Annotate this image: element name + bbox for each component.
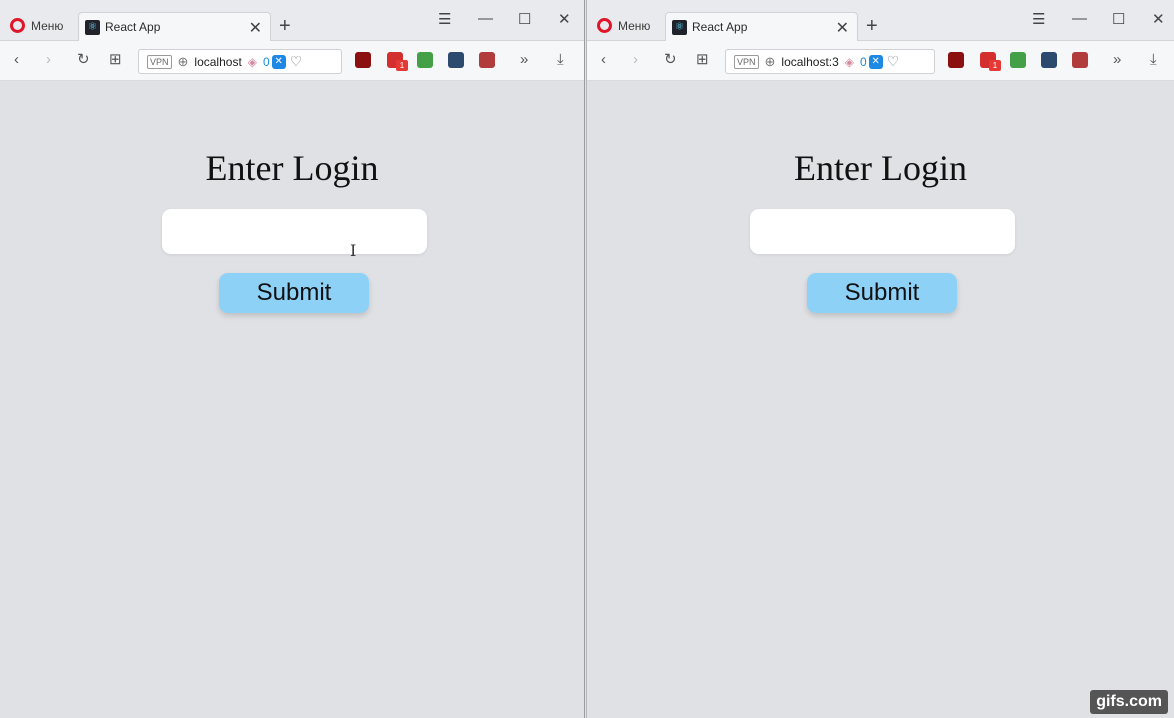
- reload-icon[interactable]: ↻: [77, 52, 90, 67]
- speed-dial-icon[interactable]: ⊞: [109, 52, 122, 67]
- gifs-watermark: gifs.com: [1090, 690, 1168, 714]
- address-bar[interactable]: VPN ⊕ localhost ◈ 0 ✕ ♡: [138, 49, 342, 74]
- back-icon[interactable]: ‹: [14, 52, 19, 67]
- right-browser-window: Меню ⚛ React App ✕ + ☰ — ☐ ✕ ‹ › ↻ ⊞ VPN…: [586, 0, 1174, 718]
- forward-icon[interactable]: ›: [633, 52, 638, 67]
- opera-logo-icon: [10, 18, 25, 33]
- tab-menu-icon[interactable]: ☰: [1032, 10, 1045, 28]
- opera-logo-icon: [597, 18, 612, 33]
- minimize-icon[interactable]: —: [1072, 10, 1087, 27]
- back-icon[interactable]: ‹: [601, 52, 606, 67]
- tracker-count: 0: [860, 54, 867, 69]
- red-extension-icon[interactable]: [479, 52, 495, 68]
- screen: Меню ⚛ React App ✕ + ☰ — ☐ ✕ ‹ › ↻ ⊞ VPN…: [0, 0, 1174, 718]
- tab-menu-icon[interactable]: ☰: [438, 10, 451, 28]
- tab-close-icon[interactable]: ✕: [836, 18, 849, 38]
- vpn-badge[interactable]: VPN: [147, 54, 172, 69]
- more-extensions-icon[interactable]: »: [520, 52, 528, 67]
- address-bar[interactable]: VPN ⊕ localhost:3 ◈ 0 ✕ ♡: [725, 49, 935, 74]
- tab-title: React App: [692, 20, 748, 34]
- green-extension-icon[interactable]: [1010, 52, 1026, 68]
- new-tab-icon[interactable]: +: [866, 15, 878, 38]
- submit-button[interactable]: Submit: [807, 273, 957, 313]
- ublock-extension-icon[interactable]: [948, 52, 964, 68]
- minimize-icon[interactable]: —: [478, 10, 493, 27]
- ublock-extension-icon[interactable]: [355, 52, 371, 68]
- download-extension-icon[interactable]: [1041, 52, 1057, 68]
- globe-icon: ⊕: [764, 53, 776, 69]
- menu-label: Меню: [31, 18, 64, 33]
- close-window-icon[interactable]: ✕: [1152, 10, 1165, 28]
- login-input[interactable]: [750, 209, 1015, 254]
- bookmark-heart-icon[interactable]: ♡: [290, 53, 303, 70]
- tab-close-icon[interactable]: ✕: [249, 18, 262, 38]
- bookmark-heart-icon[interactable]: ♡: [887, 53, 900, 70]
- cube-icon: ◈: [247, 54, 258, 69]
- tab-react-app[interactable]: ⚛ React App ✕: [78, 12, 271, 41]
- download-icon[interactable]: ⤓: [557, 52, 564, 67]
- green-extension-icon[interactable]: [417, 52, 433, 68]
- download-extension-icon[interactable]: [448, 52, 464, 68]
- react-favicon-icon: ⚛: [672, 19, 687, 35]
- download-icon[interactable]: ⤓: [1150, 52, 1157, 67]
- speed-dial-icon[interactable]: ⊞: [696, 52, 709, 67]
- page-content: Enter Login Submit I: [0, 81, 584, 717]
- browser-toolbar: ‹ › ↻ ⊞ VPN ⊕ localhost ◈ 0 ✕ ♡ 1 » ⤓: [0, 41, 584, 81]
- text-cursor-icon: I: [350, 241, 357, 260]
- tracker-count: 0: [263, 54, 270, 69]
- extension-badge: 1: [989, 60, 1001, 71]
- url-text[interactable]: localhost:3: [781, 55, 838, 69]
- browser-toolbar: ‹ › ↻ ⊞ VPN ⊕ localhost:3 ◈ 0 ✕ ♡ 1 » ⤓: [587, 41, 1174, 81]
- page-title: Enter Login: [205, 148, 379, 188]
- menu-label: Меню: [618, 18, 651, 33]
- reload-icon[interactable]: ↻: [664, 52, 677, 67]
- tab-bar: Меню ⚛ React App ✕ + ☰ — ☐ ✕: [587, 0, 1174, 41]
- tab-bar: Меню ⚛ React App ✕ + ☰ — ☐ ✕: [0, 0, 584, 41]
- opera-menu-button[interactable]: Меню: [597, 18, 650, 33]
- vpn-badge[interactable]: VPN: [734, 54, 759, 69]
- maximize-icon[interactable]: ☐: [1112, 10, 1125, 28]
- left-browser-window: Меню ⚛ React App ✕ + ☰ — ☐ ✕ ‹ › ↻ ⊞ VPN…: [0, 0, 585, 718]
- red-extension-icon[interactable]: [1072, 52, 1088, 68]
- new-tab-icon[interactable]: +: [279, 15, 291, 38]
- react-favicon-icon: ⚛: [85, 19, 100, 35]
- cube-icon: ◈: [844, 54, 855, 69]
- shield-icon[interactable]: ✕: [271, 54, 286, 69]
- login-input[interactable]: [162, 209, 427, 254]
- tab-title: React App: [105, 20, 161, 34]
- forward-icon[interactable]: ›: [46, 52, 51, 67]
- url-text[interactable]: localhost: [194, 55, 241, 69]
- globe-icon: ⊕: [177, 53, 189, 69]
- maximize-icon[interactable]: ☐: [518, 10, 531, 28]
- page-content: Enter Login Submit: [587, 81, 1174, 717]
- close-window-icon[interactable]: ✕: [558, 10, 571, 28]
- shield-icon[interactable]: ✕: [868, 54, 883, 69]
- extension-badge: 1: [396, 60, 408, 71]
- page-title: Enter Login: [794, 148, 967, 188]
- tab-react-app[interactable]: ⚛ React App ✕: [665, 12, 858, 41]
- more-extensions-icon[interactable]: »: [1113, 52, 1121, 67]
- opera-menu-button[interactable]: Меню: [10, 18, 63, 33]
- submit-button[interactable]: Submit: [219, 273, 369, 313]
